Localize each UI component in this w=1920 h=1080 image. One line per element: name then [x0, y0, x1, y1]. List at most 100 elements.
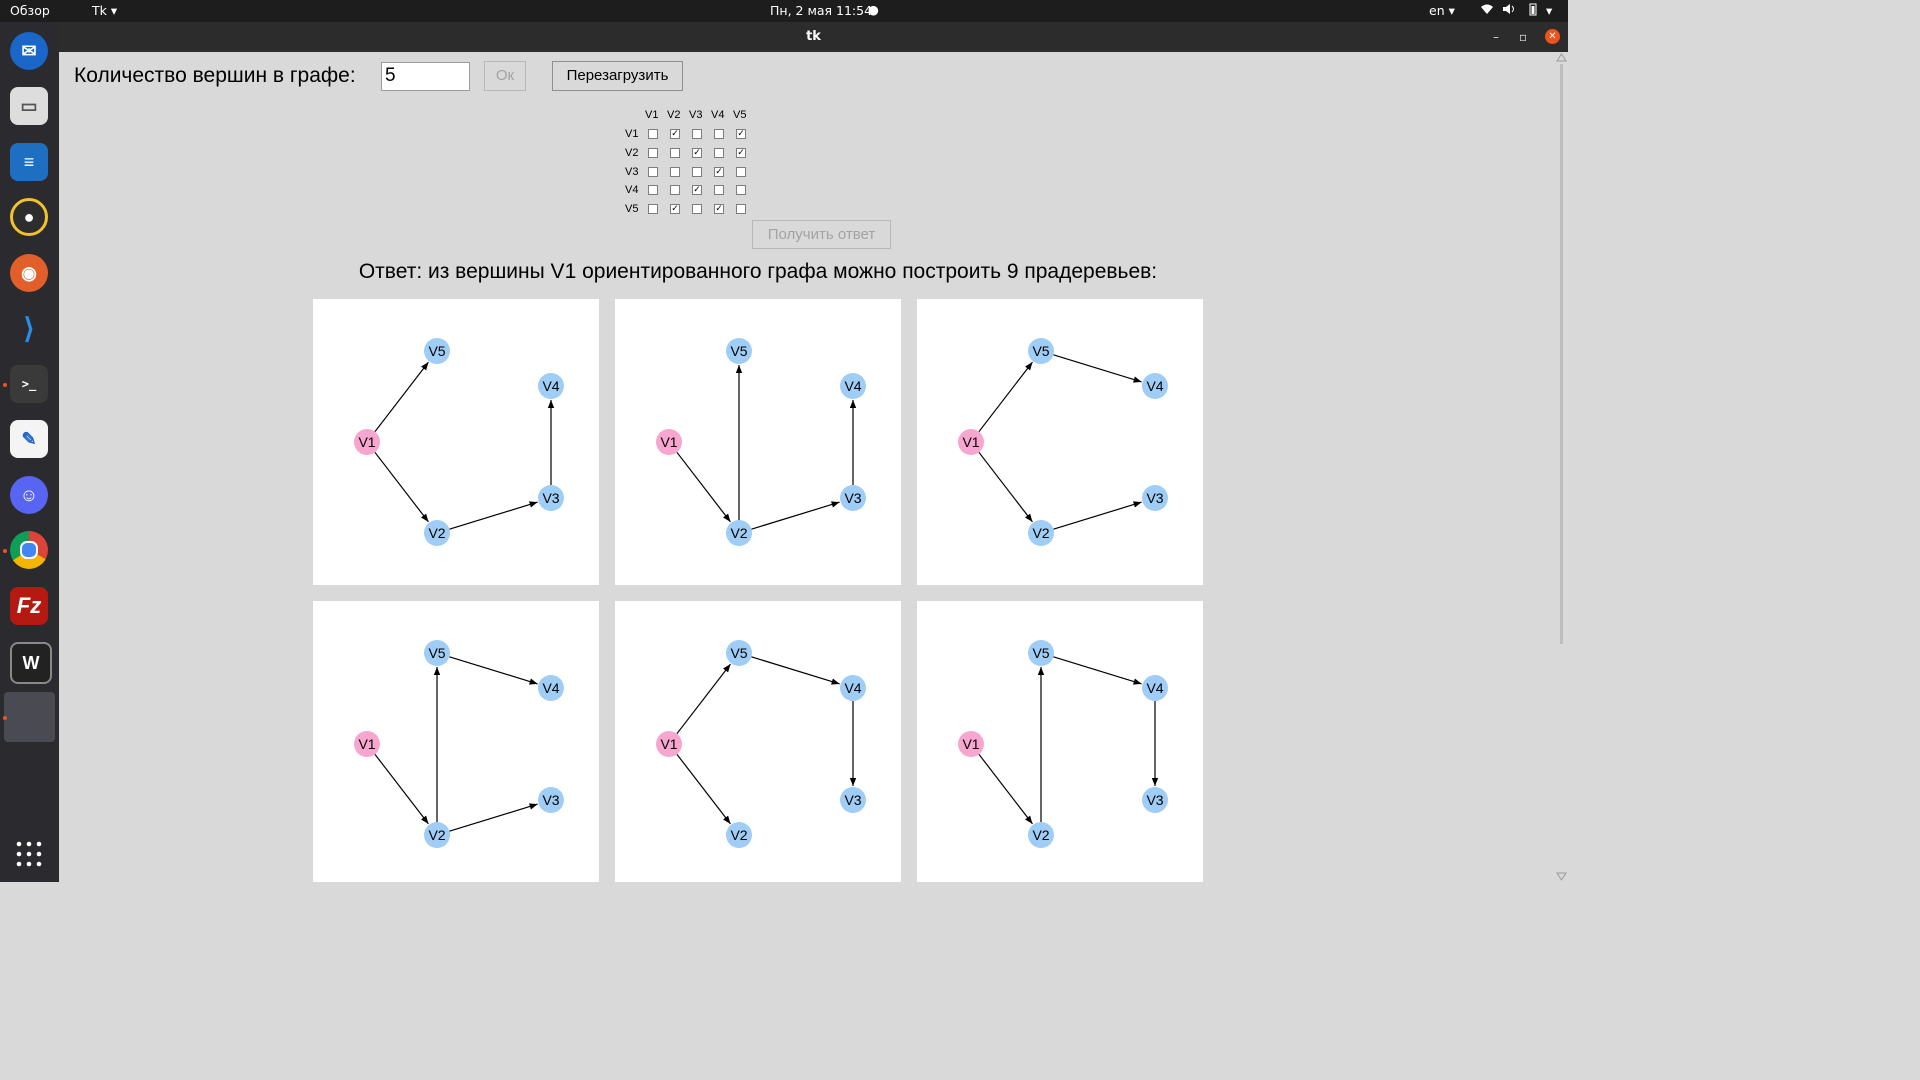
graph-edge-arrow: [723, 513, 731, 522]
graph-edge-arrow: [1133, 678, 1142, 685]
thunderbird-icon[interactable]: ✉: [10, 32, 48, 70]
vscode-icon[interactable]: ⟩: [10, 309, 48, 347]
graph-node-label: V5: [428, 645, 445, 661]
window-title: tk: [806, 29, 821, 44]
notification-dot-icon: ●: [868, 2, 879, 17]
matrix-checkbox[interactable]: [714, 129, 724, 139]
graph-panel: V1 V2 V3 V4 V5: [313, 299, 599, 585]
vertex-count-input[interactable]: 5: [381, 62, 470, 91]
graph-edge-arrow: [433, 667, 441, 675]
matrix-checkbox[interactable]: [670, 185, 680, 195]
matrix-col-header: V1: [645, 109, 659, 121]
graph-node-label: V4: [542, 680, 559, 696]
dock: ✉ ▭ ≡ ● ◉ ⟩ >_ ✎ ☺ Fz W: [0, 22, 59, 882]
keyboard-layout[interactable]: en ▾: [1429, 3, 1455, 18]
rhythmbox-icon[interactable]: ●: [10, 198, 48, 236]
matrix-col-header: V4: [711, 109, 725, 121]
show-applications-icon[interactable]: [10, 835, 48, 873]
graph-node-label: V1: [358, 736, 375, 752]
graph-node-label: V5: [730, 343, 747, 359]
matrix-checkbox[interactable]: [714, 148, 724, 158]
graph-edge: [449, 501, 538, 530]
graph-edge-arrow: [723, 664, 731, 673]
power-menu-icon[interactable]: ▾: [1546, 3, 1552, 18]
volume-icon[interactable]: [1502, 3, 1516, 18]
discord-icon[interactable]: ☺: [10, 476, 48, 514]
matrix-checkbox[interactable]: ✓: [714, 167, 724, 177]
graph-edge: [374, 753, 429, 825]
graph-edge: [676, 663, 731, 735]
matrix-checkbox[interactable]: [648, 204, 658, 214]
clock[interactable]: Пн, 2 мая 11:54: [770, 3, 872, 18]
wifi-icon[interactable]: [1480, 3, 1494, 18]
tk-app-icon[interactable]: [4, 692, 55, 742]
graph-edge: [978, 451, 1033, 523]
close-icon[interactable]: ✕: [1545, 29, 1560, 44]
matrix-checkbox[interactable]: ✓: [692, 148, 702, 158]
reload-button[interactable]: Перезагрузить: [552, 61, 683, 91]
matrix-checkbox[interactable]: [648, 148, 658, 158]
matrix-checkbox[interactable]: [714, 185, 724, 195]
graph-canvas: V1 V2 V3 V4 V5: [354, 338, 564, 546]
graph-edge-arrow: [735, 365, 743, 373]
graph-edge: [676, 753, 731, 825]
get-answer-button[interactable]: Получить ответ: [752, 220, 891, 249]
filezilla-icon[interactable]: Fz: [10, 587, 48, 625]
matrix-checkbox[interactable]: ✓: [736, 148, 746, 158]
graph-node-label: V4: [1146, 378, 1163, 394]
graph-canvas: V1 V2 V3 V4 V5: [656, 338, 866, 546]
matrix-checkbox[interactable]: [692, 167, 702, 177]
webstorm-icon[interactable]: W: [10, 642, 52, 684]
terminal-icon[interactable]: >_: [10, 365, 48, 403]
graph-node-label: V4: [1146, 680, 1163, 696]
matrix-checkbox[interactable]: ✓: [670, 204, 680, 214]
graph-edge-arrow: [1151, 778, 1159, 786]
matrix-checkbox[interactable]: [692, 129, 702, 139]
ok-button[interactable]: Ок: [484, 61, 526, 91]
graph-node-label: V5: [428, 343, 445, 359]
matrix-checkbox[interactable]: [670, 167, 680, 177]
graph-node-label: V4: [542, 378, 559, 394]
app-menu[interactable]: Tk ▾: [92, 3, 117, 18]
matrix-checkbox[interactable]: ✓: [692, 185, 702, 195]
graph-edge: [374, 361, 429, 433]
matrix-checkbox[interactable]: [670, 148, 680, 158]
running-indicator: [3, 383, 7, 387]
firefox-icon[interactable]: ◉: [10, 254, 48, 292]
scrollbar[interactable]: [1555, 52, 1568, 882]
graph-node-label: V2: [428, 525, 445, 541]
matrix-col-header: V2: [667, 109, 681, 121]
graph-edge-arrow: [831, 501, 840, 508]
matrix-row-header: V3: [625, 166, 639, 178]
matrix-checkbox[interactable]: [736, 185, 746, 195]
graph-canvas: V1 V2 V3 V4 V5: [958, 338, 1168, 546]
matrix-checkbox[interactable]: ✓: [736, 129, 746, 139]
graph-edge-arrow: [1025, 815, 1033, 824]
matrix-checkbox[interactable]: [736, 204, 746, 214]
activities-button[interactable]: Обзор: [10, 3, 50, 18]
minimize-icon[interactable]: –: [1493, 30, 1499, 44]
graph-node-label: V3: [1146, 490, 1163, 506]
matrix-checkbox[interactable]: ✓: [670, 129, 680, 139]
matrix-checkbox[interactable]: ✓: [714, 204, 724, 214]
graph-node-label: V3: [844, 490, 861, 506]
matrix-checkbox[interactable]: [736, 167, 746, 177]
matrix-col-header: V5: [733, 109, 747, 121]
maximize-icon[interactable]: ▫: [1519, 30, 1527, 44]
graph-edge-arrow: [529, 501, 538, 508]
matrix-checkbox[interactable]: [648, 129, 658, 139]
text-editor-icon[interactable]: ✎: [10, 420, 48, 458]
graph-edge-arrow: [421, 513, 429, 522]
matrix-row-header: V2: [625, 147, 639, 159]
writer-icon[interactable]: ≡: [10, 143, 48, 181]
graph-edge-arrow: [1133, 501, 1142, 508]
chrome-icon[interactable]: [10, 531, 48, 569]
files-icon[interactable]: ▭: [10, 87, 48, 125]
window-titlebar[interactable]: tk – ▫ ✕: [59, 22, 1568, 52]
matrix-checkbox[interactable]: [648, 167, 658, 177]
matrix-checkbox[interactable]: [648, 185, 658, 195]
graph-panel: V1 V2 V3 V4 V5: [313, 601, 599, 882]
battery-icon[interactable]: [1528, 3, 1538, 19]
matrix-checkbox[interactable]: [692, 204, 702, 214]
graph-edge-arrow: [849, 400, 857, 408]
